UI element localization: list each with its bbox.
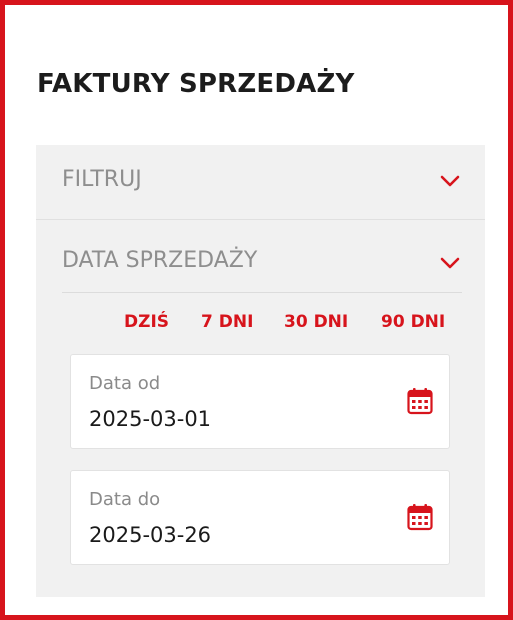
invoice-filter-frame: FAKTURY SPRZEDAŻY FILTRUJ DATA SPRZEDAŻY… bbox=[0, 0, 513, 620]
calendar-icon[interactable] bbox=[407, 387, 433, 415]
chevron-down-icon[interactable] bbox=[440, 174, 460, 188]
quick-range-90-days[interactable]: 90 DNI bbox=[381, 312, 445, 332]
date-from-value[interactable]: 2025-03-01 bbox=[89, 407, 211, 431]
quick-range-30-days[interactable]: 30 DNI bbox=[284, 312, 348, 332]
page-title: FAKTURY SPRZEDAŻY bbox=[37, 69, 355, 99]
quick-range-today[interactable]: DZIŚ bbox=[124, 312, 169, 332]
date-to-value[interactable]: 2025-03-26 bbox=[89, 523, 211, 547]
date-from-field[interactable]: Data od 2025-03-01 bbox=[70, 354, 450, 449]
date-to-label: Data do bbox=[89, 489, 161, 510]
date-to-field[interactable]: Data do 2025-03-26 bbox=[70, 470, 450, 565]
filter-panel: FILTRUJ DATA SPRZEDAŻY DZIŚ 7 DNI 30 DNI… bbox=[36, 145, 485, 597]
filter-label: FILTRUJ bbox=[62, 167, 142, 192]
calendar-icon[interactable] bbox=[407, 503, 433, 531]
date-section-label: DATA SPRZEDAŻY bbox=[62, 248, 258, 273]
quick-range-7-days[interactable]: 7 DNI bbox=[201, 312, 253, 332]
date-from-label: Data od bbox=[89, 373, 161, 394]
date-section-toggle[interactable]: DATA SPRZEDAŻY bbox=[62, 248, 462, 293]
chevron-down-icon[interactable] bbox=[440, 256, 460, 270]
filter-toggle[interactable]: FILTRUJ bbox=[36, 145, 485, 220]
